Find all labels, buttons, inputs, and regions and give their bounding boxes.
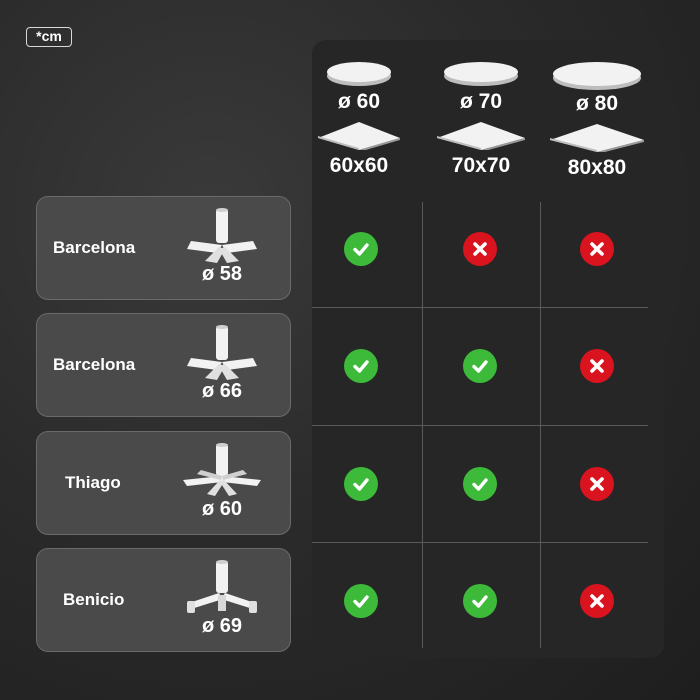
check-icon <box>344 584 378 618</box>
cross-base-icon <box>187 208 257 263</box>
base-diameter: ø 66 <box>201 380 243 402</box>
check-icon <box>463 584 497 618</box>
base-row-card: Thiago ø 60 <box>36 431 291 535</box>
cross-icon <box>580 584 614 618</box>
square-tabletop-icon <box>318 122 400 150</box>
square-size-label: 80x80 <box>567 156 627 179</box>
check-icon <box>344 467 378 501</box>
round-tabletop-icon <box>444 62 518 86</box>
square-size-label: 70x70 <box>451 154 511 177</box>
base-row-card: Benicio ø 69 <box>36 548 291 652</box>
check-icon <box>463 349 497 383</box>
base-row-card: Barcelona ø 66 <box>36 313 291 417</box>
grid-divider <box>422 202 423 648</box>
tripod-base-icon <box>187 560 257 613</box>
check-icon <box>344 349 378 383</box>
base-diameter: ø 58 <box>201 263 243 285</box>
grid-divider <box>540 202 541 648</box>
cross-icon <box>580 467 614 501</box>
round-tabletop-icon <box>327 62 391 86</box>
grid-divider <box>312 425 648 426</box>
base-diameter: ø 69 <box>201 615 243 637</box>
column-header-2: ø 70 70x70 <box>422 60 540 178</box>
column-header-3: ø 80 80x80 <box>538 60 656 180</box>
round-size-label: ø 80 <box>575 92 619 115</box>
column-header-1: ø 60 60x60 <box>300 60 418 178</box>
cross-icon <box>580 232 614 266</box>
check-icon <box>344 232 378 266</box>
cross-base-icon <box>187 325 257 380</box>
base-name: Barcelona <box>53 355 136 374</box>
round-size-label: ø 60 <box>337 90 381 113</box>
round-tabletop-icon <box>553 62 641 90</box>
base-name: Thiago <box>65 473 121 492</box>
round-size-label: ø 70 <box>459 90 503 113</box>
base-name: Barcelona <box>53 238 136 257</box>
square-tabletop-icon <box>437 122 525 150</box>
base-row-card: Barcelona ø 58 <box>36 196 291 300</box>
grid-divider <box>312 542 648 543</box>
cross-icon <box>580 349 614 383</box>
cross-icon <box>463 232 497 266</box>
unit-badge: *cm <box>26 27 72 47</box>
base-diameter: ø 60 <box>201 498 243 520</box>
check-icon <box>463 467 497 501</box>
star-base-icon <box>183 443 261 496</box>
square-size-label: 60x60 <box>329 154 389 177</box>
square-tabletop-icon <box>550 124 644 152</box>
grid-divider <box>312 307 648 308</box>
base-name: Benicio <box>63 590 125 609</box>
